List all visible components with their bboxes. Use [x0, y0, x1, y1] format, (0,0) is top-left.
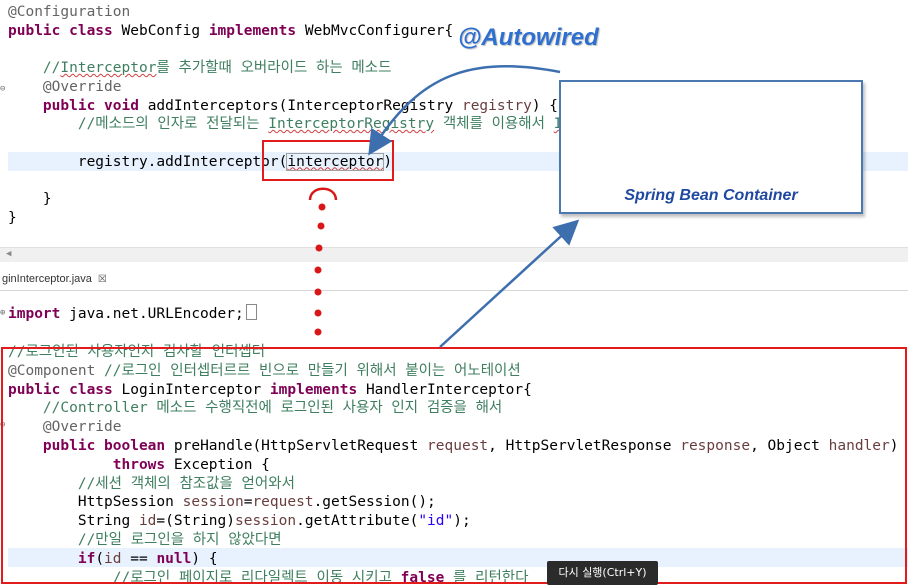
spring-bean-container-box: Spring Bean Container [559, 80, 863, 214]
code-token: @Override [8, 78, 122, 95]
code-token: 객체를 이용해서 [434, 116, 554, 133]
code-token: // [8, 60, 61, 77]
code-token: } [8, 209, 17, 226]
login-interceptor-highlight-box [1, 347, 907, 584]
code-line[interactable]: } [8, 209, 17, 228]
code-token: ) { [531, 97, 559, 114]
tab-label: ginInterceptor.java [2, 273, 92, 285]
code-token: implements [208, 22, 305, 39]
code-token: 를 추가할때 오버라이드 하는 메소드 [156, 60, 392, 77]
redo-tooltip: 다시 실행(Ctrl+Y) [547, 561, 658, 585]
code-token: InterceptorRegistry [268, 116, 435, 133]
code-token: Interceptor [60, 60, 157, 77]
interceptor-highlight-box [262, 140, 394, 181]
code-line[interactable]: public void addInterceptors(InterceptorR… [8, 97, 558, 116]
code-token: WebMvcConfigurer{ [304, 22, 454, 39]
code-line[interactable]: public class WebConfig implements WebMvc… [8, 22, 453, 41]
autowired-label: @Autowired [458, 24, 599, 51]
code-token: @Configuration [8, 4, 131, 20]
fold-marker[interactable]: ⊖ [0, 80, 6, 99]
code-line[interactable]: } [8, 190, 52, 209]
code-token: registry [461, 97, 532, 114]
code-token: //메소드의 인자로 전달되는 [8, 116, 269, 133]
close-icon[interactable]: ☒ [98, 274, 107, 285]
scroll-left-icon[interactable]: ◀ [6, 249, 11, 259]
code-line[interactable]: @Configuration [8, 3, 130, 22]
code-line[interactable]: @Override [8, 78, 122, 97]
horizontal-scrollbar[interactable]: ◀ [0, 247, 908, 262]
folded-imports-icon[interactable] [245, 304, 257, 320]
code-token: public void [8, 97, 148, 114]
code-token: public class [8, 22, 122, 39]
editor-tab-bar: ginInterceptor.java ☒ [0, 266, 908, 291]
code-token: addInterceptors(InterceptorRegistry [147, 97, 462, 114]
code-token: java.net.URLEncoder; [69, 306, 244, 322]
code-token: WebConfig [121, 22, 209, 39]
fold-marker[interactable]: ⊕ [0, 304, 6, 323]
code-line[interactable]: //Interceptor를 추가할때 오버라이드 하는 메소드 [8, 59, 392, 78]
container-label: Spring Bean Container [624, 187, 798, 204]
code-token: } [8, 191, 52, 207]
tab-login-interceptor[interactable]: ginInterceptor.java ☒ [0, 270, 107, 288]
code-token: import [8, 306, 70, 322]
code-token: registry.addInterceptor( [8, 153, 288, 170]
import-line[interactable]: import java.net.URLEncoder; [8, 304, 257, 323]
